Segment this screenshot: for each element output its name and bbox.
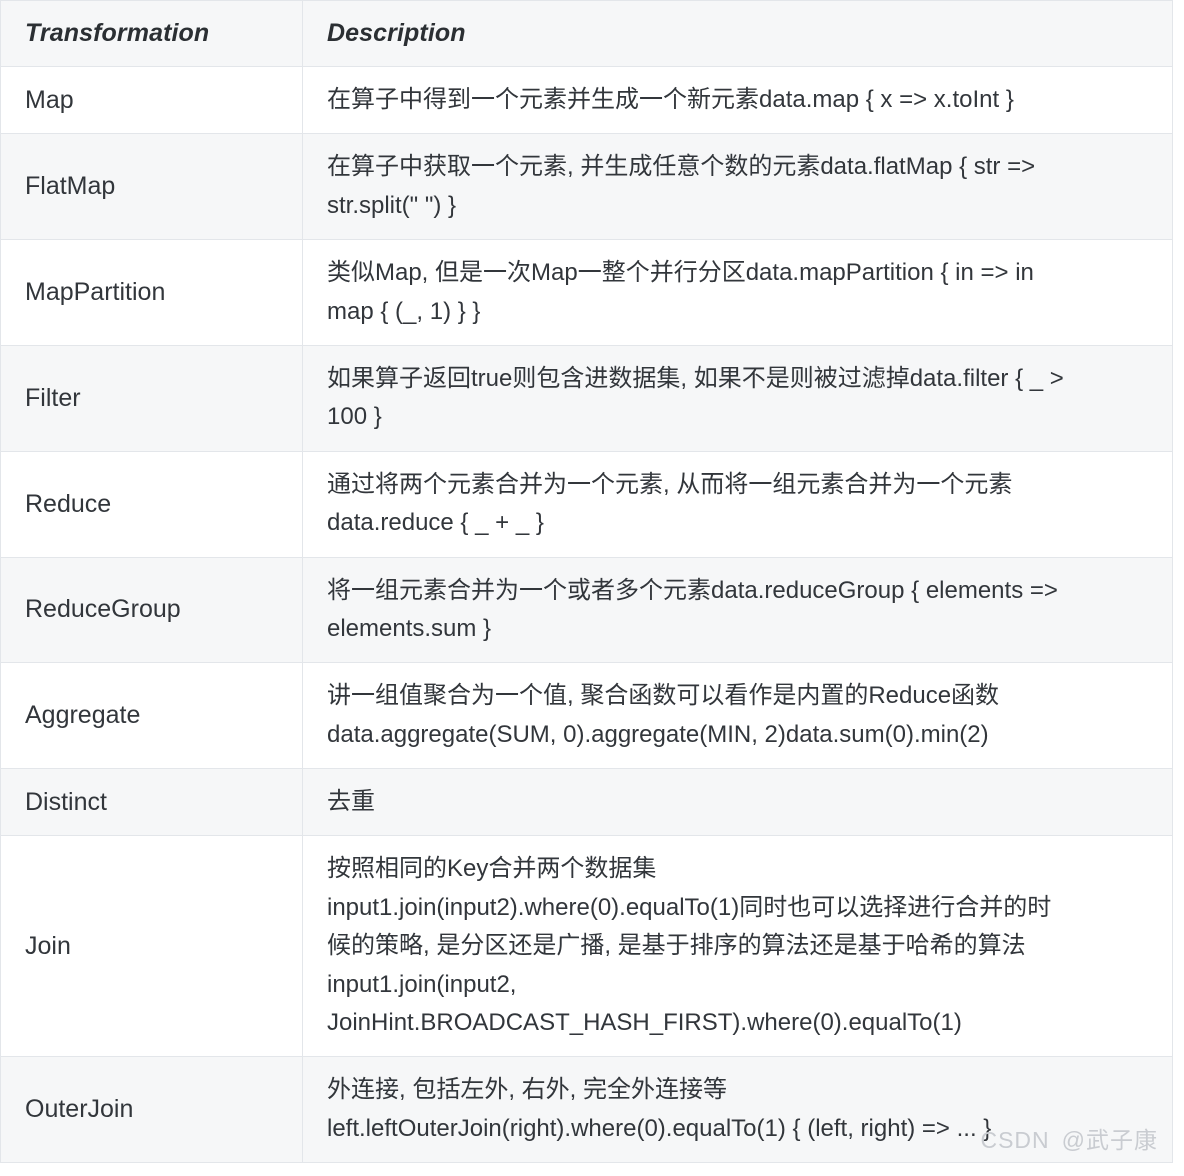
- cell-transformation: ReduceGroup: [0, 557, 303, 664]
- cell-transformation: Filter: [0, 345, 303, 452]
- description-line: left.leftOuterJoin(right).where(0).equal…: [327, 1114, 992, 1142]
- table-header: Transformation Description: [0, 0, 1173, 67]
- description-line: 类似Map, 但是一次Map一整个并行分区data.mapPartition {…: [327, 259, 1034, 287]
- cell-description: 去重: [302, 768, 1173, 837]
- cell-description: 类似Map, 但是一次Map一整个并行分区data.mapPartition {…: [302, 239, 1173, 346]
- description-line: input1.join(input2,: [327, 970, 517, 998]
- cell-transformation: OuterJoin: [0, 1056, 303, 1164]
- cell-transformation: Map: [0, 66, 303, 135]
- description-line: 外连接, 包括左外, 右外, 完全外连接等: [327, 1076, 728, 1104]
- cell-transformation: Aggregate: [0, 662, 303, 770]
- description-line: input1.join(input2).where(0).equalTo(1)同…: [327, 893, 1052, 921]
- description-line: elements.sum }: [327, 614, 492, 642]
- description-line: str.split(" ") }: [327, 191, 457, 219]
- cell-description: 将一组元素合并为一个或者多个元素data.reduceGroup { eleme…: [302, 557, 1173, 664]
- cell-transformation: Reduce: [0, 451, 303, 558]
- description-line: 如果算子返回true则包含进数据集, 如果不是则被过滤掉data.filter …: [327, 364, 1064, 392]
- cell-description: 在算子中得到一个元素并生成一个新元素data.map { x => x.toIn…: [302, 66, 1173, 135]
- description-line: 在算子中获取一个元素, 并生成任意个数的元素data.flatMap { str…: [327, 153, 1036, 181]
- table-body: Map 在算子中得到一个元素并生成一个新元素data.map { x => x.t…: [0, 66, 1173, 1164]
- description-line: 讲一组值聚合为一个值, 聚合函数可以看作是内置的Reduce函数: [327, 682, 1000, 710]
- description-line: 候的策略, 是分区还是广播, 是基于排序的算法还是基于哈希的算法: [327, 932, 1026, 960]
- cell-transformation: MapPartition: [0, 239, 303, 346]
- description-line: JoinHint.BROADCAST_HASH_FIRST).where(0).…: [327, 1009, 962, 1037]
- description-line: 去重: [327, 788, 375, 816]
- description-line: map { (_, 1) } }: [327, 297, 481, 325]
- cell-description: 外连接, 包括左外, 右外, 完全外连接等 left.leftOuterJoin(…: [302, 1056, 1173, 1164]
- table-row: Distinct 去重: [0, 768, 1173, 837]
- table-row: Filter 如果算子返回true则包含进数据集, 如果不是则被过滤掉data.f…: [0, 345, 1173, 452]
- description-line: 通过将两个元素合并为一个元素, 从而将一组元素合并为一个元素: [327, 470, 1013, 498]
- table-row: FlatMap 在算子中获取一个元素, 并生成任意个数的元素data.flatMa…: [0, 133, 1173, 241]
- table-row: Join 按照相同的Key合并两个数据集 input1.join(input2).w…: [0, 835, 1173, 1058]
- transformations-table: Transformation Description Map 在算子中得到一个元素…: [0, 0, 1173, 1164]
- table-row: MapPartition 类似Map, 但是一次Map一整个并行分区data.ma…: [0, 239, 1173, 346]
- description-line: data.reduce { _ + _ }: [327, 509, 544, 537]
- table-header-row: Transformation Description: [0, 0, 1173, 67]
- cell-description: 讲一组值聚合为一个值, 聚合函数可以看作是内置的Reduce函数 data.agg…: [302, 662, 1173, 770]
- table-row: OuterJoin 外连接, 包括左外, 右外, 完全外连接等 left.leftO…: [0, 1056, 1173, 1164]
- description-line: 100 }: [327, 403, 382, 431]
- table-row: Reduce 通过将两个元素合并为一个元素, 从而将一组元素合并为一个元素 data…: [0, 451, 1173, 558]
- cell-description: 如果算子返回true则包含进数据集, 如果不是则被过滤掉data.filter …: [302, 345, 1173, 452]
- description-line: 按照相同的Key合并两个数据集: [327, 855, 657, 883]
- description-line: data.aggregate(SUM, 0).aggregate(MIN, 2)…: [327, 720, 989, 748]
- cell-description: 通过将两个元素合并为一个元素, 从而将一组元素合并为一个元素 data.reduc…: [302, 451, 1173, 558]
- table-row: Map 在算子中得到一个元素并生成一个新元素data.map { x => x.t…: [0, 66, 1173, 135]
- description-line: 在算子中得到一个元素并生成一个新元素data.map { x => x.toIn…: [327, 86, 1014, 113]
- column-header-description: Description: [302, 0, 1173, 67]
- cell-description: 按照相同的Key合并两个数据集 input1.join(input2).where…: [302, 835, 1173, 1058]
- column-header-transformation: Transformation: [0, 0, 303, 67]
- cell-transformation: Join: [0, 835, 303, 1058]
- table-row: ReduceGroup 将一组元素合并为一个或者多个元素data.reduceGr…: [0, 557, 1173, 664]
- table-row: Aggregate 讲一组值聚合为一个值, 聚合函数可以看作是内置的Reduce函…: [0, 662, 1173, 770]
- cell-transformation: FlatMap: [0, 133, 303, 241]
- transformations-table-container: Transformation Description Map 在算子中得到一个元素…: [0, 0, 1173, 1164]
- cell-transformation: Distinct: [0, 768, 303, 837]
- cell-description: 在算子中获取一个元素, 并生成任意个数的元素data.flatMap { str…: [302, 133, 1173, 241]
- description-line: 将一组元素合并为一个或者多个元素data.reduceGroup { eleme…: [327, 576, 1058, 604]
